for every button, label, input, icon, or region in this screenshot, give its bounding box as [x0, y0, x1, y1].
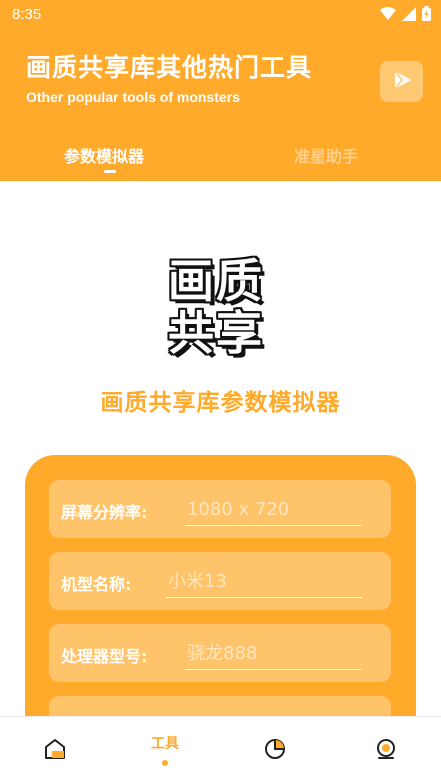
resolution-field: 屏幕分辨率: [49, 480, 391, 538]
status-bar: 8:35 [0, 0, 441, 30]
tab-crosshair-helper[interactable]: 准星助手 [294, 143, 358, 167]
nav-tools-label: 工具 [151, 735, 179, 752]
status-icons [380, 6, 431, 25]
battery-icon [422, 6, 431, 25]
model-name-label: 机型名称: [61, 575, 132, 594]
logo-char: 画 [168, 254, 214, 308]
resolution-input[interactable] [185, 494, 361, 526]
header: 8:35 画质共享库其他热门工具 Other popular tools of … [0, 0, 441, 181]
wifi-icon [380, 6, 396, 25]
nav-profile[interactable] [331, 717, 441, 784]
processor-field: 处理器型号: [49, 624, 391, 682]
home-icon [43, 737, 67, 765]
status-time: 8:35 [12, 6, 42, 23]
app-subtitle: Other popular tools of monsters [26, 89, 240, 105]
processor-input[interactable] [185, 638, 361, 670]
simulator-title: 画质共享库参数模拟器 [100, 390, 341, 416]
logo-char: 享 [216, 306, 262, 360]
nav-active-dot [162, 759, 168, 766]
nav-stats[interactable] [220, 717, 330, 784]
bottom-nav: 工具 [0, 716, 441, 784]
nav-tools[interactable]: 工具 [110, 717, 220, 784]
play-icon [391, 69, 413, 95]
pie-chart-icon [263, 737, 287, 765]
profile-icon [374, 737, 398, 765]
tab-indicator [104, 170, 116, 173]
nav-home[interactable] [0, 717, 110, 784]
signal-icon [402, 6, 416, 25]
processor-label: 处理器型号: [61, 647, 148, 666]
model-name-input[interactable] [166, 566, 362, 598]
logo: 画 质 共 享 [168, 255, 276, 359]
model-name-field: 机型名称: [49, 552, 391, 610]
logo-char: 共 [168, 306, 214, 360]
tab-param-simulator[interactable]: 参数模拟器 [64, 143, 144, 167]
logo-char: 质 [216, 254, 262, 308]
resolution-label: 屏幕分辨率: [61, 503, 148, 522]
play-button[interactable] [380, 61, 423, 102]
app-title: 画质共享库其他热门工具 [26, 53, 313, 82]
